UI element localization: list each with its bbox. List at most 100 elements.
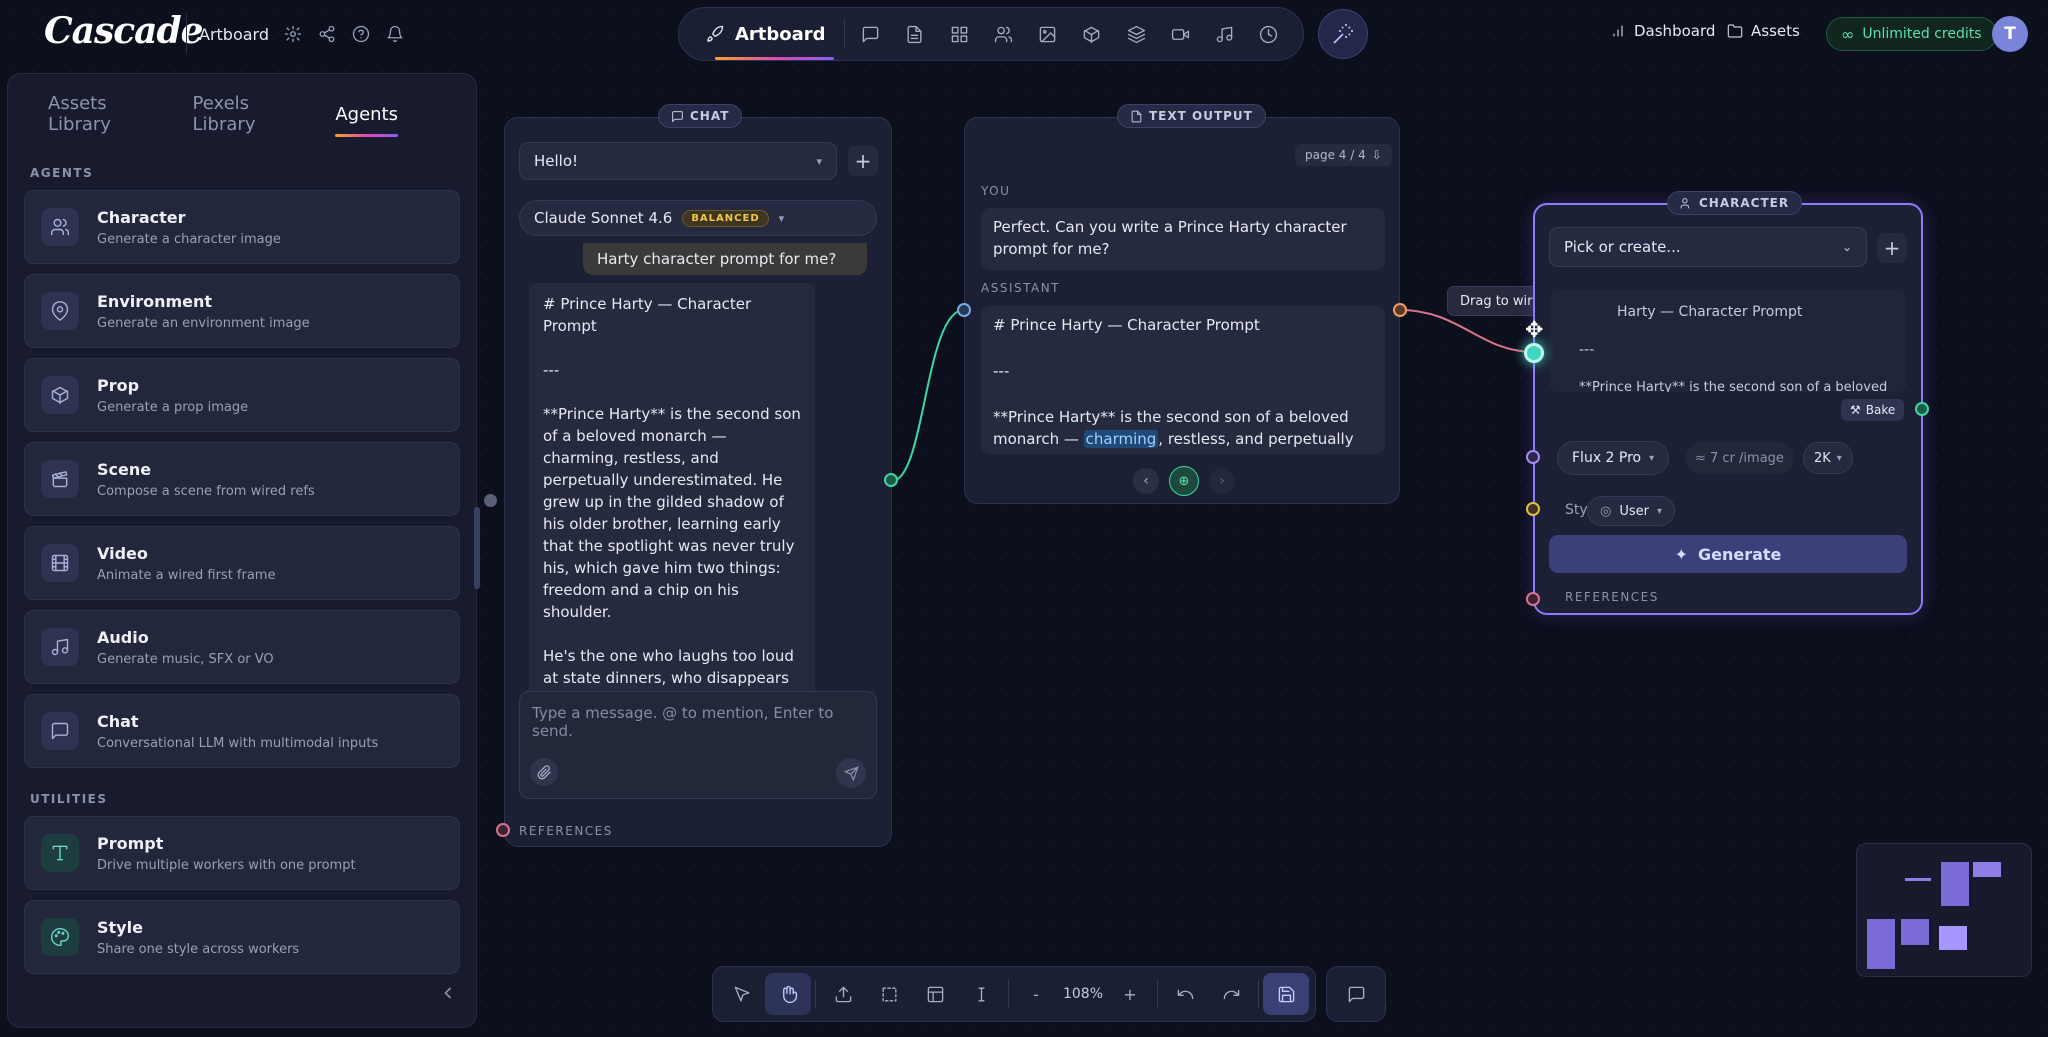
character-node[interactable]: Pick or create... ⌄ + Harty — Character … — [1533, 203, 1923, 615]
text-output-input-port[interactable] — [957, 303, 971, 317]
prompt-preview-rule: --- — [1579, 342, 1595, 358]
undo-button[interactable] — [1162, 973, 1208, 1015]
pointer-icon — [734, 986, 750, 1002]
save-icon — [1278, 986, 1294, 1002]
model-badge: BALANCED — [682, 209, 769, 227]
divider — [815, 980, 816, 1008]
chat-output-port[interactable] — [884, 473, 898, 487]
comments-button[interactable] — [1333, 973, 1379, 1015]
prev-page-button[interactable]: ‹ — [1133, 468, 1159, 494]
text-tool-button[interactable] — [958, 973, 1004, 1015]
zoom-level[interactable]: 108% — [1059, 986, 1107, 1002]
next-page-button[interactable]: › — [1209, 468, 1235, 494]
divider — [1157, 980, 1158, 1008]
chat-session-select[interactable]: Hello! ▾ — [519, 142, 837, 180]
minimap-node — [1941, 862, 1969, 906]
bake-button[interactable]: ⚒ Bake — [1841, 399, 1905, 421]
resolution-select[interactable]: 2K ▾ — [1803, 442, 1853, 474]
resolution-label: 2K — [1814, 450, 1831, 466]
model-select[interactable]: Claude Sonnet 4.6 BALANCED ▾ — [519, 200, 877, 236]
chevron-down-icon: ▾ — [1649, 452, 1655, 464]
document-icon — [1131, 110, 1142, 122]
prompt-port-active[interactable] — [1524, 343, 1544, 363]
pin-output-button[interactable]: ⊕ — [1169, 466, 1199, 496]
user-message: Harty character prompt for me? — [583, 243, 867, 275]
attach-button[interactable] — [530, 758, 558, 786]
pin-icon: ⇩ — [1371, 148, 1382, 162]
prompt-preview-body: **Prince Harty** is the second son of a … — [1579, 380, 1888, 392]
chat-input[interactable]: Type a message. @ to mention, Enter to s… — [532, 704, 876, 740]
comment-icon — [1348, 986, 1364, 1002]
model-name: Claude Sonnet 4.6 — [534, 209, 673, 227]
style-select[interactable]: ◎ User ▾ — [1587, 496, 1676, 526]
minimap-node — [1973, 862, 2001, 877]
assistant-label: ASSISTANT — [981, 281, 1061, 295]
chat-node-badge: CHAT — [658, 104, 743, 128]
frame-icon — [927, 986, 943, 1002]
upload-button[interactable] — [820, 973, 866, 1015]
marquee-tool-button[interactable] — [866, 973, 912, 1015]
chat-references-port[interactable] — [496, 823, 510, 837]
chevron-down-icon: ▾ — [1836, 452, 1842, 464]
add-character-button[interactable]: + — [1877, 233, 1907, 263]
output-body-end: , restless, and perpetually — [1158, 430, 1354, 448]
model-label: Flux 2 Pro — [1572, 450, 1642, 466]
assistant-message: # Prince Harty — Character Prompt --- **… — [529, 283, 815, 753]
style-port[interactable] — [1526, 502, 1540, 516]
users-icon — [1680, 197, 1690, 208]
minimap[interactable] — [1856, 843, 2032, 977]
redo-button[interactable] — [1208, 973, 1254, 1015]
chat-node[interactable]: Hello! ▾ + Claude Sonnet 4.6 BALANCED ▾ … — [504, 117, 892, 847]
output-title: # Prince Harty — Character Prompt — [993, 316, 1260, 334]
palette-icon: ◎ — [1600, 503, 1612, 519]
zoom-out-button[interactable]: - — [1013, 973, 1059, 1015]
chat-badge-label: CHAT — [690, 109, 730, 123]
new-chat-button[interactable]: + — [848, 146, 878, 176]
prompt-preview[interactable]: Harty — Character Prompt --- **Prince Ha… — [1549, 290, 1907, 392]
page-label: page 4 / 4 — [1305, 148, 1366, 162]
character-badge-label: CHARACTER — [1699, 196, 1790, 210]
chevron-down-icon: ⌄ — [1841, 240, 1852, 254]
output-rule: --- — [993, 362, 1010, 380]
generate-button[interactable]: ✦ Generate — [1549, 535, 1907, 573]
assistant-output: # Prince Harty — Character Prompt --- **… — [981, 306, 1385, 454]
references-port[interactable] — [1526, 592, 1540, 606]
you-label: YOU — [981, 184, 1011, 198]
minimap-node — [1905, 878, 1931, 881]
upload-icon — [835, 986, 851, 1002]
move-cursor-icon: ✥ — [1525, 318, 1544, 343]
hand-tool-button[interactable] — [765, 973, 811, 1015]
select-tool-button[interactable] — [719, 973, 765, 1015]
character-picker[interactable]: Pick or create... ⌄ — [1549, 227, 1867, 267]
character-node-badge: CHARACTER — [1667, 191, 1803, 215]
bake-label: Bake — [1865, 403, 1896, 417]
text-output-output-port[interactable] — [1393, 303, 1407, 317]
send-icon — [843, 765, 859, 781]
chat-references-label: REFERENCES — [519, 824, 613, 838]
divider — [1008, 980, 1009, 1008]
output-highlight: charming — [1083, 430, 1159, 448]
model-port[interactable] — [1526, 450, 1540, 464]
you-message: Perfect. Can you write a Prince Harty ch… — [981, 208, 1385, 270]
wire-output-to-character — [1399, 309, 1535, 353]
character-references-label: REFERENCES — [1565, 590, 1659, 604]
text-output-node[interactable]: page 4 / 4 ⇩ YOU Perfect. Can you write … — [964, 117, 1400, 504]
model-select[interactable]: Flux 2 Pro ▾ — [1557, 441, 1670, 475]
zoom-in-button[interactable]: + — [1107, 973, 1153, 1015]
chevron-down-icon: ▾ — [1656, 505, 1663, 517]
save-button[interactable] — [1263, 973, 1309, 1015]
minimap-node — [1867, 919, 1895, 969]
cost-indicator: ≈ 7 cr /image — [1685, 442, 1794, 474]
sparkle-icon: ✦ — [1674, 544, 1688, 564]
character-output-port[interactable] — [1915, 402, 1929, 416]
canvas-tools: - 108% + — [712, 966, 1316, 1022]
page-indicator[interactable]: page 4 / 4 ⇩ — [1295, 144, 1392, 166]
chevron-down-icon: ▾ — [778, 211, 785, 225]
frame-tool-button[interactable] — [912, 973, 958, 1015]
wire-chat-to-output — [891, 309, 965, 482]
wand-icon: ⚒ — [1850, 403, 1861, 417]
redo-icon — [1223, 989, 1239, 999]
comments-group — [1326, 966, 1386, 1022]
chat-input-box[interactable]: Type a message. @ to mention, Enter to s… — [519, 691, 877, 799]
send-button[interactable] — [836, 758, 866, 788]
